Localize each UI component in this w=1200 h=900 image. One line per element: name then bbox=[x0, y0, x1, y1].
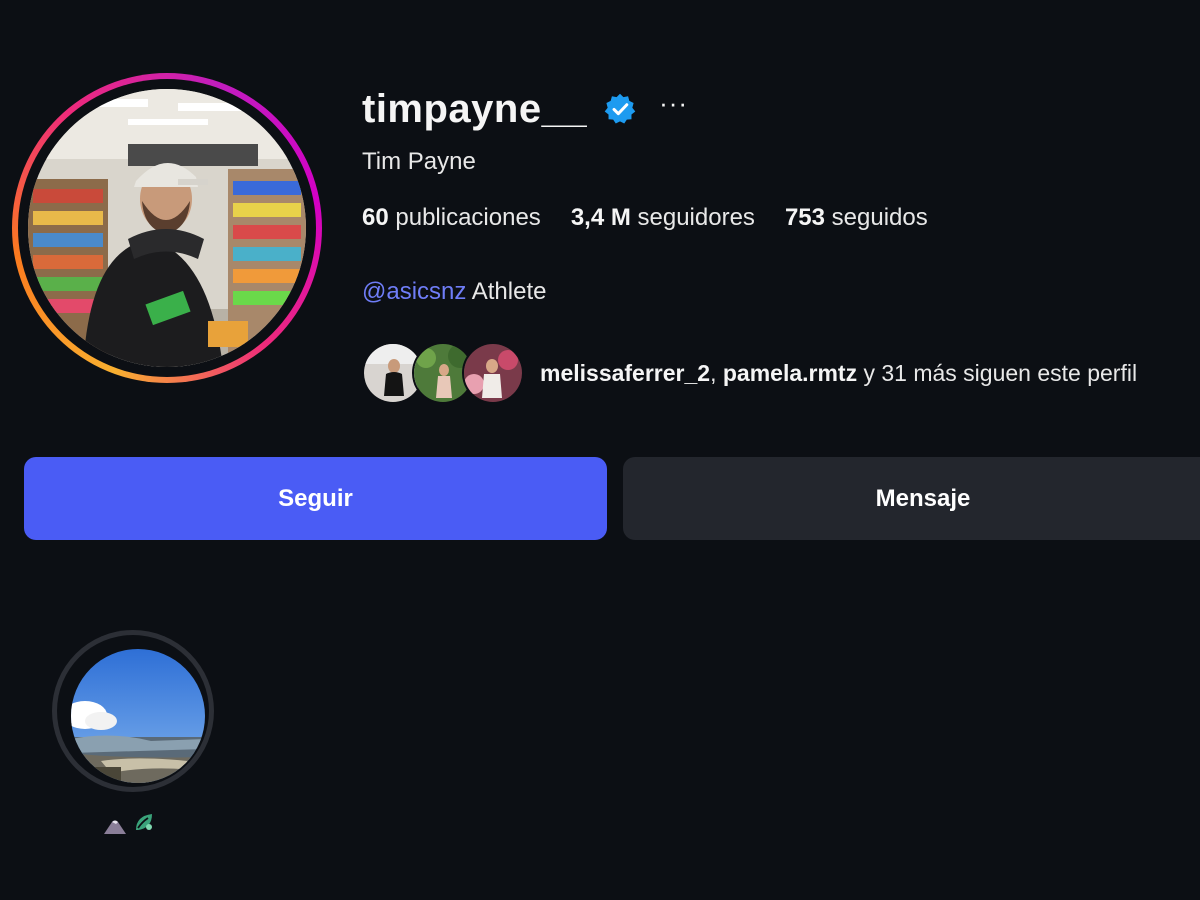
mountain-icon bbox=[104, 818, 126, 839]
followed-by[interactable]: melissaferrer_2, pamela.rmtz y 31 más si… bbox=[362, 342, 1200, 404]
leaf-icon bbox=[132, 810, 156, 839]
profile-avatar bbox=[28, 89, 306, 367]
posts-label: publicaciones bbox=[395, 204, 541, 231]
message-button[interactable]: Mensaje bbox=[623, 457, 1200, 540]
followed-by-user-2[interactable]: pamela.rmtz bbox=[723, 360, 857, 386]
followers-count: 3,4 M bbox=[570, 204, 631, 231]
bio: @asicsnz Athlete bbox=[362, 278, 546, 306]
username-row: timpayne__ ··· bbox=[362, 84, 688, 134]
profile-avatar-story-ring[interactable] bbox=[12, 73, 322, 383]
more-options-icon[interactable]: ··· bbox=[659, 90, 688, 125]
followed-by-user-1[interactable]: melissaferrer_2 bbox=[540, 360, 710, 386]
follow-button[interactable]: Seguir bbox=[24, 457, 607, 540]
profile-photo bbox=[28, 89, 306, 367]
highlight-label bbox=[104, 810, 156, 839]
username: timpayne__ bbox=[362, 86, 588, 131]
verified-badge-icon bbox=[603, 92, 637, 126]
following-count: 753 bbox=[784, 204, 825, 231]
profile-stats: 60 publicaciones 3,4 M seguidores 753 se… bbox=[362, 204, 928, 232]
avatar-ring-gap bbox=[18, 79, 316, 377]
highlight-cover bbox=[71, 649, 205, 783]
posts-stat[interactable]: 60 publicaciones bbox=[362, 204, 541, 232]
story-highlight[interactable] bbox=[52, 630, 214, 792]
followed-by-rest: y 31 más siguen este perfil bbox=[863, 359, 1138, 386]
following-label: seguidos bbox=[831, 204, 928, 231]
full-name: Tim Payne bbox=[362, 148, 476, 175]
bio-text: Athlete bbox=[471, 278, 547, 305]
followers-label: seguidores bbox=[637, 204, 755, 231]
followed-by-avatars bbox=[362, 342, 528, 404]
highlight-ring-gap bbox=[57, 635, 209, 787]
follower-avatar bbox=[462, 342, 524, 404]
posts-count: 60 bbox=[362, 204, 389, 231]
followed-by-text: melissaferrer_2, pamela.rmtz y 31 más si… bbox=[540, 360, 1137, 387]
profile-page: timpayne__ ··· Tim Payne 60 publicacione… bbox=[0, 0, 1200, 900]
followers-stat[interactable]: 3,4 M seguidores bbox=[571, 204, 755, 232]
followed-by-separator: , bbox=[710, 359, 723, 386]
bio-mention-link[interactable]: @asicsnz bbox=[362, 278, 466, 305]
following-stat[interactable]: 753 seguidos bbox=[785, 204, 928, 232]
